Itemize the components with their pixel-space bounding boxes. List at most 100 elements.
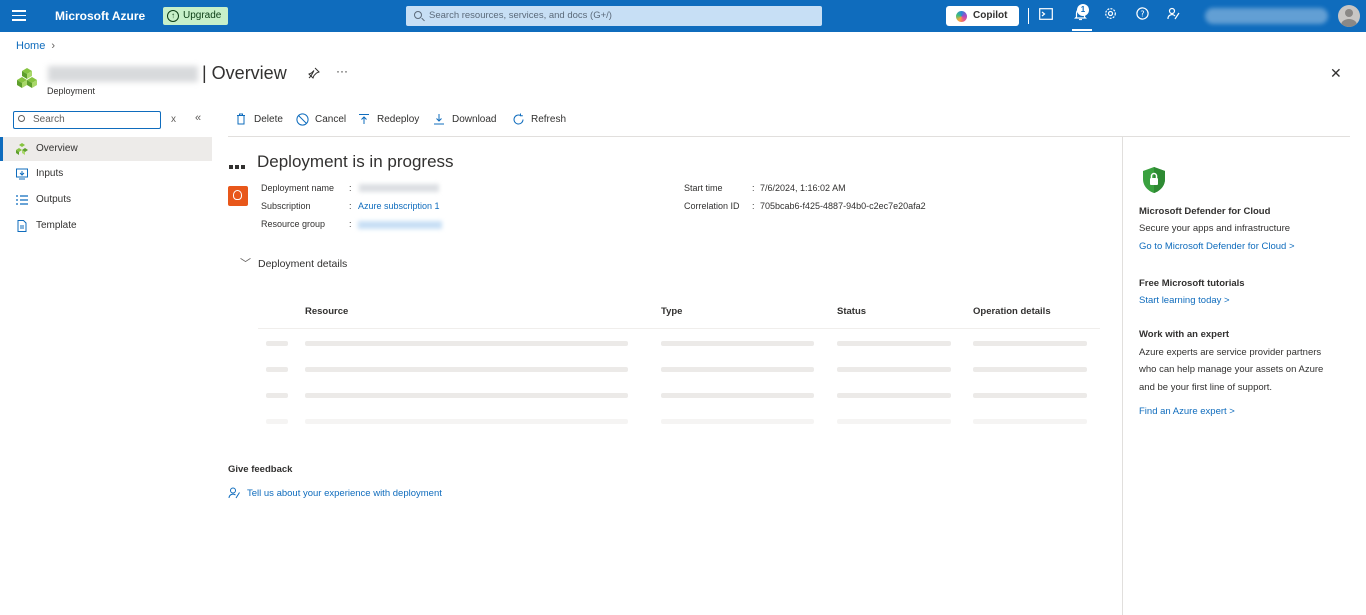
refresh-button[interactable]: Refresh bbox=[511, 112, 566, 128]
subscription-link[interactable]: Azure subscription 1 bbox=[358, 201, 440, 211]
loading-placeholder bbox=[837, 341, 951, 346]
defender-title: Microsoft Defender for Cloud bbox=[1139, 206, 1271, 217]
correlation-id-label: Correlation ID bbox=[684, 201, 740, 211]
delete-button[interactable]: Delete bbox=[234, 112, 283, 128]
loading-placeholder bbox=[661, 341, 814, 346]
copilot-label: Copilot bbox=[973, 10, 1008, 21]
template-icon bbox=[17, 220, 27, 232]
download-button[interactable]: Download bbox=[432, 112, 496, 128]
feedback-link-label: Tell us about your experience with deplo… bbox=[247, 488, 442, 499]
deployment-details-toggle[interactable]: ﹀ Deployment details bbox=[240, 258, 347, 270]
loading-placeholder bbox=[973, 341, 1087, 346]
loading-placeholder bbox=[661, 419, 814, 424]
loading-placeholder bbox=[266, 367, 288, 372]
upgrade-button[interactable]: ↑ Upgrade bbox=[163, 7, 228, 25]
top-bar: Microsoft Azure ↑ Upgrade Search resourc… bbox=[0, 0, 1366, 32]
loading-placeholder bbox=[305, 367, 628, 372]
upgrade-arrow-icon: ↑ bbox=[167, 10, 179, 22]
loading-placeholder bbox=[266, 341, 288, 346]
feedback-link[interactable]: Tell us about your experience with deplo… bbox=[228, 487, 442, 502]
collapse-sidebar-icon[interactable]: « bbox=[195, 112, 201, 124]
deployment-name-redacted bbox=[359, 184, 439, 192]
loading-placeholder bbox=[837, 393, 951, 398]
sidebar-item-label: Outputs bbox=[36, 194, 72, 205]
pin-icon[interactable] bbox=[308, 67, 320, 82]
column-header-type: Type bbox=[661, 306, 683, 317]
column-header-status: Status bbox=[837, 306, 867, 317]
colon: : bbox=[349, 201, 352, 211]
sidebar-item-outputs[interactable]: Outputs bbox=[0, 188, 212, 212]
loading-placeholder bbox=[661, 393, 814, 398]
chevron-down-icon: ﹀ bbox=[240, 258, 251, 270]
redeploy-icon bbox=[357, 113, 371, 127]
sidebar-search-input[interactable]: Search bbox=[13, 111, 161, 129]
start-time-value: 7/6/2024, 1:16:02 AM bbox=[760, 183, 846, 193]
more-options-icon[interactable]: ··· bbox=[336, 64, 348, 78]
outputs-icon bbox=[16, 195, 28, 205]
loading-placeholder bbox=[266, 419, 288, 424]
expert-description-line: Azure experts are service provider partn… bbox=[1139, 347, 1322, 358]
expert-description-line: and be your first line of support. bbox=[1139, 382, 1273, 393]
inputs-icon bbox=[16, 168, 28, 180]
global-search-placeholder: Search resources, services, and docs (G+… bbox=[429, 10, 612, 21]
tutorials-title: Free Microsoft tutorials bbox=[1139, 278, 1245, 289]
download-label: Download bbox=[452, 114, 497, 125]
progress-dots-icon bbox=[229, 161, 247, 172]
copilot-button[interactable]: Copilot bbox=[946, 6, 1019, 26]
panel-divider bbox=[1122, 137, 1123, 615]
deployment-name-label: Deployment name bbox=[261, 183, 335, 193]
defender-link[interactable]: Go to Microsoft Defender for Cloud > bbox=[1139, 241, 1295, 252]
menu-icon[interactable] bbox=[12, 10, 26, 22]
shield-lock-icon bbox=[1143, 167, 1165, 193]
search-icon bbox=[18, 115, 25, 122]
page-title: | Overview bbox=[202, 63, 287, 83]
brand-title[interactable]: Microsoft Azure bbox=[55, 9, 145, 23]
delete-label: Delete bbox=[254, 114, 283, 125]
sidebar-item-label: Template bbox=[36, 220, 77, 231]
clear-search-icon[interactable]: x bbox=[171, 114, 176, 125]
avatar[interactable] bbox=[1338, 5, 1360, 27]
breadcrumb: Home › bbox=[16, 40, 55, 52]
loading-placeholder bbox=[661, 367, 814, 372]
expert-description-line: who can help manage your assets on Azure bbox=[1139, 364, 1324, 375]
feedback-icon bbox=[228, 487, 240, 502]
deployment-details-heading: Deployment details bbox=[258, 258, 348, 270]
loading-placeholder bbox=[266, 393, 288, 398]
settings-icon[interactable] bbox=[1101, 7, 1119, 25]
expert-link[interactable]: Find an Azure expert > bbox=[1139, 406, 1235, 417]
loading-placeholder bbox=[305, 419, 628, 424]
account-name[interactable] bbox=[1205, 8, 1328, 24]
cloud-shell-icon[interactable] bbox=[1037, 7, 1055, 25]
resource-group-link-redacted[interactable] bbox=[358, 221, 442, 229]
notification-count-badge: 1 bbox=[1077, 4, 1089, 16]
table-header-divider bbox=[258, 328, 1100, 329]
copilot-icon bbox=[956, 11, 967, 22]
page-subtitle: Deployment bbox=[47, 86, 96, 96]
sidebar-item-template[interactable]: Template bbox=[0, 214, 212, 238]
breadcrumb-home-link[interactable]: Home bbox=[16, 40, 45, 52]
cancel-button[interactable]: Cancel bbox=[295, 112, 346, 128]
trash-icon bbox=[234, 113, 248, 127]
feedback-icon[interactable] bbox=[1164, 7, 1182, 25]
loading-placeholder bbox=[305, 393, 628, 398]
feedback-title: Give feedback bbox=[228, 464, 293, 475]
sidebar-item-inputs[interactable]: Inputs bbox=[0, 162, 212, 186]
upgrade-label: Upgrade bbox=[183, 10, 222, 21]
sidebar-item-overview[interactable]: Overview bbox=[0, 137, 212, 161]
notifications-active-indicator bbox=[1072, 29, 1092, 31]
help-icon[interactable]: ? bbox=[1133, 7, 1151, 25]
start-time-label: Start time bbox=[684, 183, 723, 193]
deployment-icon bbox=[17, 68, 37, 88]
loading-placeholder bbox=[973, 393, 1087, 398]
global-search-input[interactable]: Search resources, services, and docs (G+… bbox=[406, 6, 822, 26]
download-icon bbox=[432, 113, 446, 127]
cancel-icon bbox=[295, 113, 309, 127]
search-icon bbox=[414, 11, 422, 19]
colon: : bbox=[752, 183, 755, 193]
close-icon[interactable]: ✕ bbox=[1330, 65, 1342, 82]
redeploy-button[interactable]: Redeploy bbox=[357, 112, 419, 128]
loading-placeholder bbox=[837, 419, 951, 424]
refresh-label: Refresh bbox=[531, 114, 567, 125]
colon: : bbox=[349, 219, 352, 229]
tutorials-link[interactable]: Start learning today > bbox=[1139, 295, 1230, 306]
